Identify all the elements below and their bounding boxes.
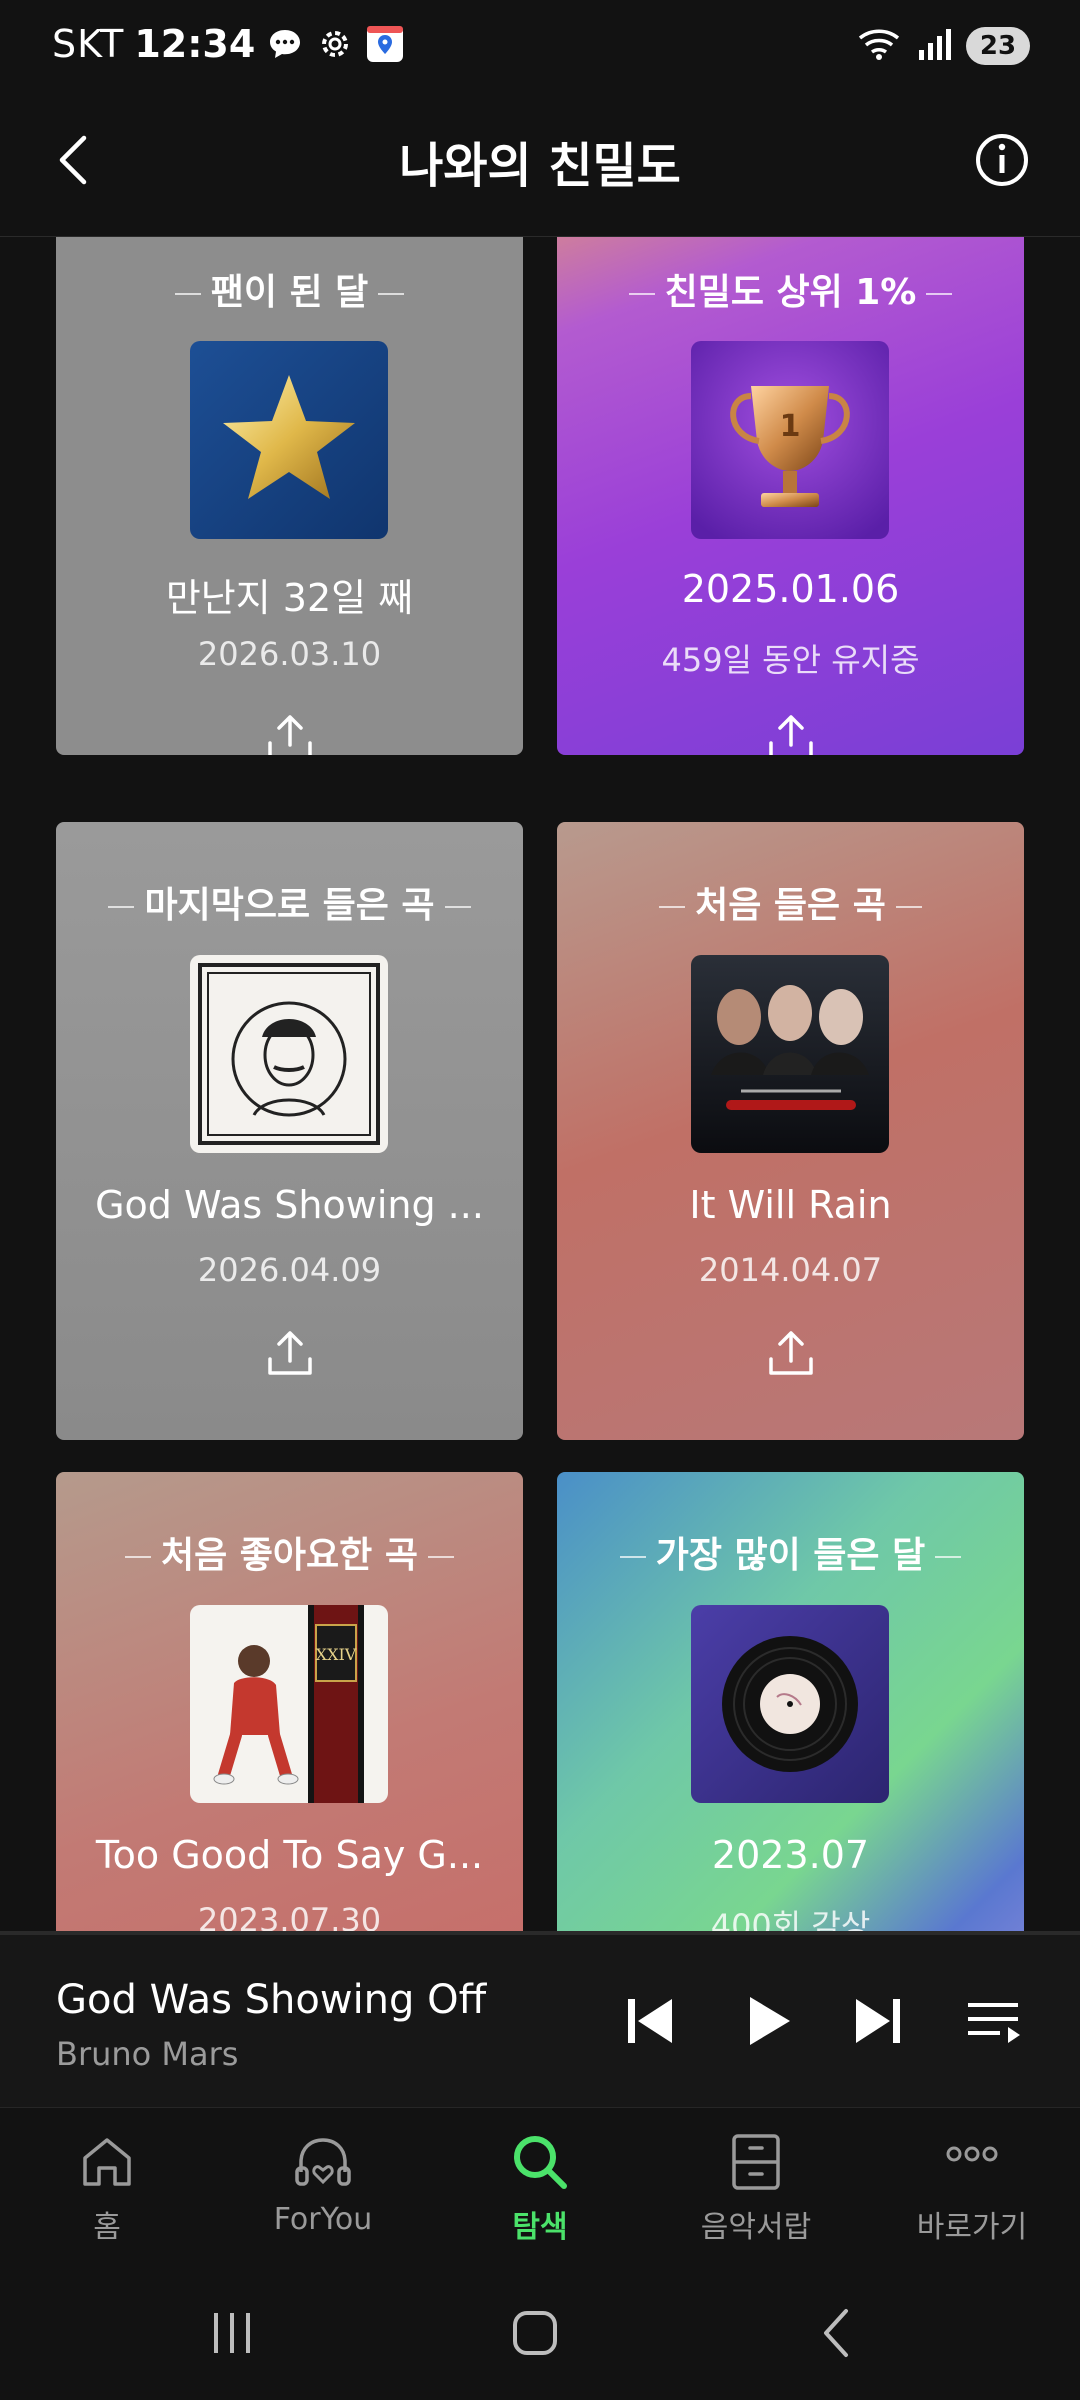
status-bar: SKT 12:34 23 [0,0,1080,100]
page-title: 나와의 친밀도 [399,138,681,194]
more-dots-icon [946,2146,998,2162]
share-button[interactable] [264,1327,316,1379]
drawer-icon [732,2134,780,2190]
album-art-24k-magic[interactable]: XXIV [190,1605,388,1803]
card-main-text: God Was Showing ... [95,1183,484,1227]
system-back-button[interactable] [808,2303,868,2363]
most-played-month-card: 가장 많이 들은 달 2023.07 400회 감상 [557,1472,1024,1931]
app-header: 나와의 친밀도 [0,100,1080,237]
info-button[interactable] [972,130,1032,190]
recent-apps-button[interactable] [202,2303,262,2363]
headphones-heart-icon [295,2138,351,2186]
card-label: 가장 많이 들은 달 [557,1526,1024,1578]
card-main-text: Too Good To Say G... [95,1833,484,1877]
map-app-icon [365,24,405,64]
nav-label: ForYou [273,2202,373,2237]
card-label: 마지막으로 들은 곡 [56,876,523,928]
message-icon [265,24,305,64]
card-sub-text: 2026.03.10 [197,635,382,673]
last-played-card: 마지막으로 들은 곡 God Was Showing ... 2026.04.0… [56,822,523,1440]
home-button[interactable] [505,2303,565,2363]
mini-player[interactable]: God Was Showing Off Bruno Mars [0,1931,1080,2111]
card-label: 처음 좋아요한 곡 [56,1526,523,1578]
card-label: 친밀도 상위 1% [557,263,1024,315]
card-sub-text: 400회 감상 [710,1907,871,1931]
previous-button[interactable] [618,1989,682,2053]
card-main-text: It Will Rain [689,1183,892,1227]
card-sub-text: 459일 동안 유지중 [661,641,920,679]
card-main-text: 2023.07 [711,1833,870,1877]
vinyl-record-art [691,1605,889,1803]
card-main-text: 2025.01.06 [681,567,900,611]
clock: 12:34 [134,22,256,66]
svg-text:XXIV: XXIV [316,1645,357,1664]
card-sub-text: 2014.04.07 [698,1251,883,1289]
first-liked-card: 처음 좋아요한 곡 XXIV Too Good To Say G... 2023… [56,1472,523,1931]
share-button[interactable] [765,1327,817,1379]
star-art [190,341,388,539]
carrier-label: SKT [52,22,125,66]
settings-gear-icon [315,24,355,64]
nav-label: 음악서랍 [700,2210,812,2245]
nav-item-foryou[interactable]: ForYou [223,2130,423,2237]
nav-item-shortcuts[interactable]: 바로가기 [872,2130,1072,2246]
album-art-twilight[interactable] [691,955,889,1153]
bottom-navigation: 홈 ForYou 탐색 음악서랍 바로가기 [0,2107,1080,2256]
system-navigation-bar [0,2255,1080,2400]
nav-item-search[interactable]: 탐색 [440,2130,640,2246]
nav-label: 홈 [93,2210,121,2245]
card-label: 팬이 된 달 [56,263,523,315]
fan-month-card: 팬이 된 달 만난지 32일 째 2026.03.10 [56,237,523,755]
share-button[interactable] [264,711,316,755]
next-button[interactable] [846,1989,910,2053]
nav-label: 탐색 [512,2210,568,2245]
nav-item-home[interactable]: 홈 [7,2130,207,2246]
now-playing-title: God Was Showing Off [56,1977,487,2023]
card-main-text: 만난지 32일 째 [165,576,414,620]
nav-item-drawer[interactable]: 음악서랍 [656,2130,856,2246]
trophy-art: 1 [691,341,889,539]
svg-text:1: 1 [780,409,801,444]
card-label: 처음 들은 곡 [557,876,1024,928]
nav-label: 바로가기 [916,2210,1028,2245]
intimacy-card-grid: 팬이 된 달 만난지 32일 째 2026.03.10 친밀도 상위 1% 1 … [0,237,1080,1931]
home-icon [83,2138,131,2186]
battery-indicator: 23 [966,27,1030,65]
play-button[interactable] [736,1989,800,2053]
search-icon [514,2136,567,2189]
top-percent-card: 친밀도 상위 1% 1 2025.01.06 459일 동안 유지중 [557,237,1024,755]
now-playing-artist: Bruno Mars [56,2035,239,2073]
album-art-bruno-mars[interactable] [190,955,388,1153]
card-sub-text: 2026.04.09 [197,1251,382,1289]
signal-icon [916,26,952,66]
card-sub-text: 2023.07.30 [197,1901,382,1931]
first-played-card: 처음 들은 곡 It Will Rain 2014.04.07 [557,822,1024,1440]
wifi-icon [856,26,902,66]
share-button[interactable] [765,711,817,755]
playlist-button[interactable] [962,1989,1026,2053]
